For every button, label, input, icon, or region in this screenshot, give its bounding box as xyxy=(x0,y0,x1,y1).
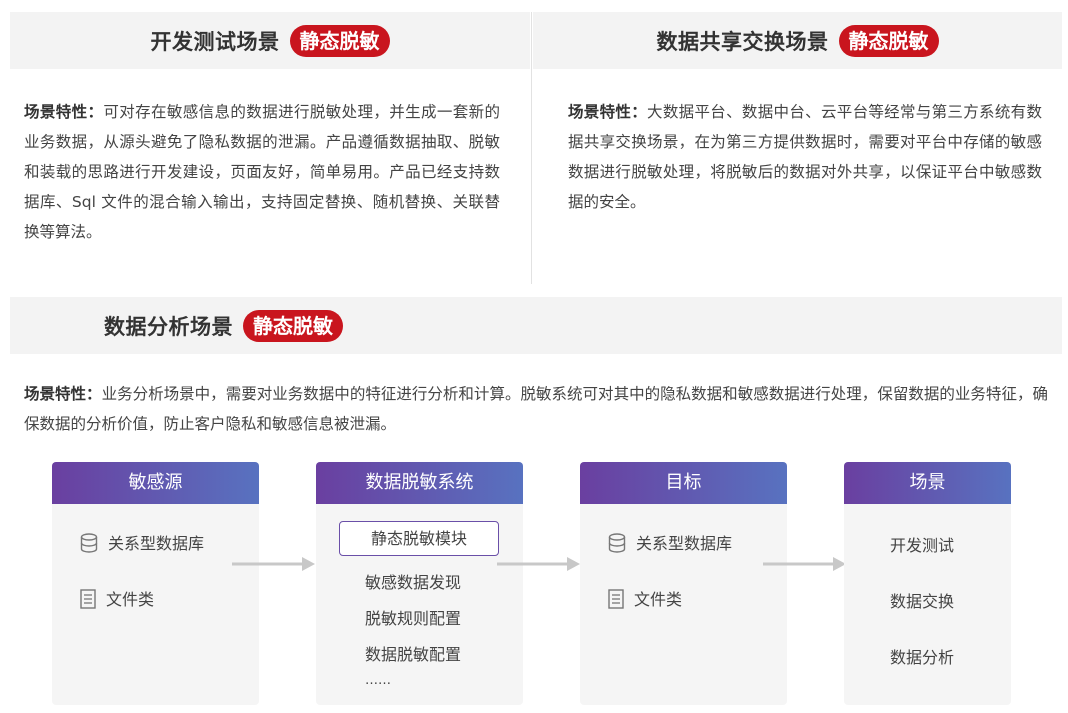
data-share-badge: 静态脱敏 xyxy=(838,24,939,57)
list-item-label: 关系型数据库 xyxy=(636,534,733,553)
flow-target-box: 目标 关系型数据库 文件类 xyxy=(580,462,787,705)
flow-scene-box: 场景 开发测试 数据交换 数据分析 xyxy=(844,462,1011,705)
flow-system-box: 数据脱敏系统 静态脱敏模块 敏感数据发现 脱敏规则配置 数据脱敏配置 …… xyxy=(316,462,523,705)
list-item-label: 文件类 xyxy=(106,590,155,609)
list-item: 脱敏规则配置 xyxy=(365,609,462,628)
data-share-header: 数据共享交换场景 静态脱敏 xyxy=(533,12,1062,69)
data-share-label: 场景特性： xyxy=(568,103,648,121)
list-item: …… xyxy=(365,673,391,688)
dev-test-text: 可对存在敏感信息的数据进行脱敏处理，并生成一套新的业务数据，从源头避免了隐私数据… xyxy=(24,103,500,241)
list-item: 数据脱敏配置 xyxy=(365,645,462,664)
data-analysis-title: 数据分析场景 xyxy=(104,314,233,339)
data-share-title: 数据共享交换场景 xyxy=(656,29,829,54)
document-icon xyxy=(608,588,624,613)
flow-source-box: 敏感源 关系型数据库 文件类 xyxy=(52,462,259,705)
data-analysis-label: 场景特性： xyxy=(24,385,102,403)
list-item: 数据分析 xyxy=(890,648,955,667)
flow-arrow-icon xyxy=(497,557,580,571)
flow-source-title: 敏感源 xyxy=(52,462,259,504)
document-icon xyxy=(80,588,96,613)
data-analysis-badge: 静态脱敏 xyxy=(243,309,343,342)
flow-system-title: 数据脱敏系统 xyxy=(316,462,523,504)
flow-target-title: 目标 xyxy=(580,462,787,504)
static-masking-module: 静态脱敏模块 xyxy=(339,521,499,556)
list-item: 数据交换 xyxy=(890,592,955,611)
dev-test-label: 场景特性： xyxy=(24,103,104,121)
database-icon xyxy=(608,532,626,557)
list-item: 关系型数据库 xyxy=(608,530,732,557)
flow-scene-title: 场景 xyxy=(844,462,1011,504)
vertical-divider xyxy=(531,12,532,284)
flow-arrow-icon xyxy=(763,557,846,571)
data-analysis-description: 场景特性：业务分析场景中，需要对业务数据中的特征进行分析和计算。脱敏系统可对其中… xyxy=(24,379,1048,439)
list-item: 关系型数据库 xyxy=(80,530,204,557)
dev-test-title: 开发测试场景 xyxy=(150,29,280,54)
list-item: 文件类 xyxy=(80,586,154,613)
dev-test-description: 场景特性：可对存在敏感信息的数据进行脱敏处理，并生成一套新的业务数据，从源头避免… xyxy=(24,97,500,247)
dev-test-badge: 静态脱敏 xyxy=(289,24,390,57)
flow-arrow-icon xyxy=(232,557,315,571)
dev-test-header: 开发测试场景 静态脱敏 xyxy=(10,12,530,69)
data-analysis-header: 数据分析场景 静态脱敏 xyxy=(10,297,1062,354)
data-share-description: 场景特性：大数据平台、数据中台、云平台等经常与第三方系统有数据共享交换场景，在为… xyxy=(568,97,1042,217)
list-item-label: 关系型数据库 xyxy=(108,534,205,553)
list-item: 文件类 xyxy=(608,586,682,613)
list-item: 敏感数据发现 xyxy=(365,573,462,592)
list-item: 开发测试 xyxy=(890,536,955,555)
list-item-label: 文件类 xyxy=(634,590,683,609)
database-icon xyxy=(80,532,98,557)
data-analysis-text: 业务分析场景中，需要对业务数据中的特征进行分析和计算。脱敏系统可对其中的隐私数据… xyxy=(24,385,1048,433)
